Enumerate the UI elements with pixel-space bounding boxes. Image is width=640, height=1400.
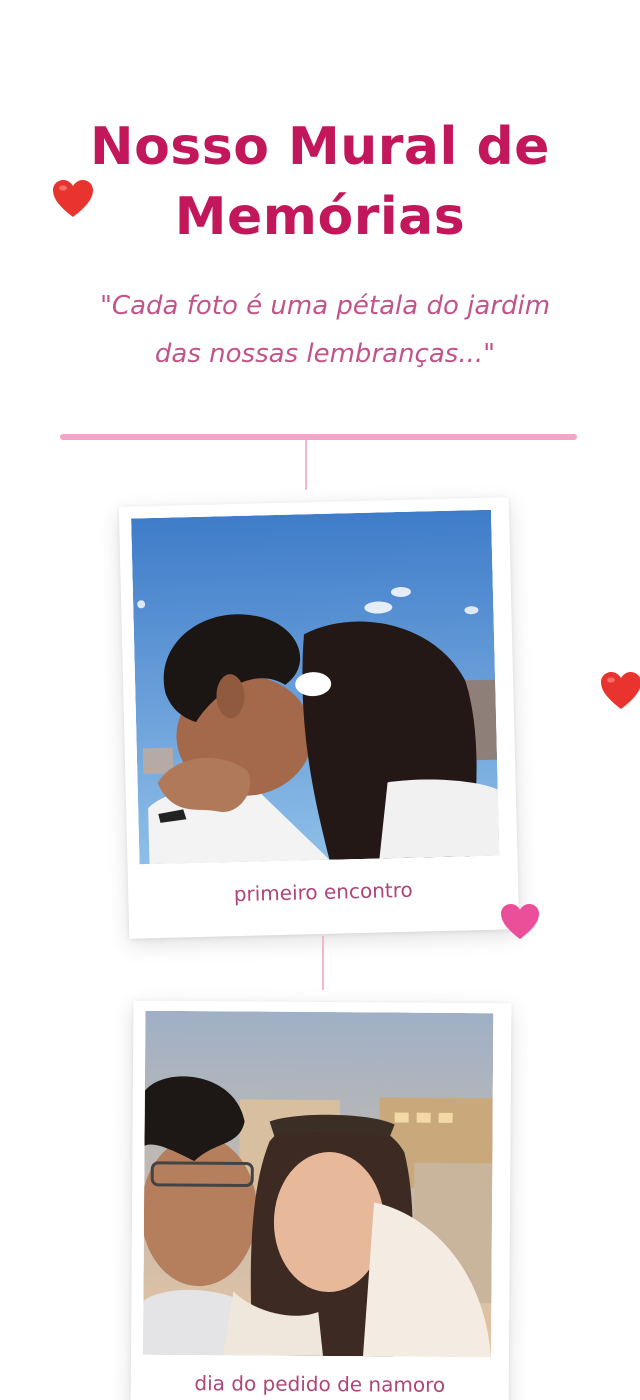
- memory-card[interactable]: dia do pedido de namoro: [130, 1000, 512, 1400]
- pink-heart-icon: [500, 903, 540, 941]
- timeline-connector: [305, 440, 307, 490]
- memory-card[interactable]: primeiro encontro: [118, 497, 520, 939]
- couple-kissing-blue-sky-photo: [131, 509, 500, 865]
- timeline-connector: [322, 936, 324, 990]
- red-heart-icon: [600, 671, 640, 711]
- couple-kiss-selfie-sunset-photo: [142, 1010, 494, 1358]
- quote-line-2: das nossas lembranças...": [154, 339, 496, 369]
- memory-caption: primeiro encontro: [233, 877, 413, 907]
- page-quote: "Cada foto é uma pétala do jardim das no…: [40, 282, 610, 378]
- header-divider: [60, 434, 577, 440]
- title-line-2: Memórias: [174, 187, 466, 247]
- memory-caption: dia do pedido de namoro: [194, 1371, 446, 1397]
- title-line-1: Nosso Mural de: [90, 117, 550, 177]
- page-title: Nosso Mural de Memórias: [0, 112, 640, 252]
- quote-line-1: "Cada foto é uma pétala do jardim: [99, 291, 551, 321]
